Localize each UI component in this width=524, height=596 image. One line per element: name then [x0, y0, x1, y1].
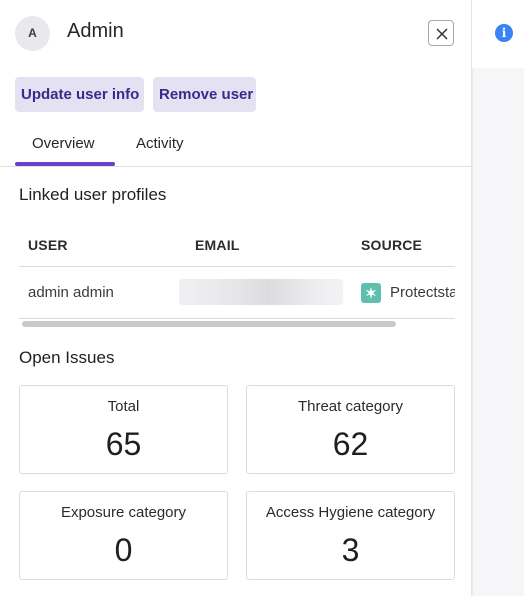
linked-profiles-title: Linked user profiles	[19, 185, 167, 204]
column-header-source[interactable]: SOURCE	[361, 237, 422, 253]
tab-overview[interactable]: Overview	[32, 135, 95, 152]
open-issues-title: Open Issues	[19, 348, 115, 367]
tab-bar: Overview Activity	[0, 125, 471, 167]
info-icon[interactable]: i	[495, 24, 513, 42]
issue-card-exposure[interactable]: Exposure category 0	[19, 491, 228, 580]
table-cell-email-redacted	[179, 279, 343, 305]
card-value: 3	[341, 532, 360, 568]
card-value: 65	[105, 426, 142, 462]
table-cell-user: admin admin	[28, 284, 114, 301]
user-detail-panel: A Admin Update user info Remove user Ove…	[0, 0, 472, 596]
linked-profiles-table: USER EMAIL SOURCE admin admin ✶ Protects…	[19, 223, 455, 319]
table-cell-source: Protectsta	[390, 284, 455, 301]
avatar: A	[15, 16, 50, 51]
close-icon	[436, 28, 448, 40]
card-label: Threat category	[297, 398, 404, 415]
issue-card-access-hygiene[interactable]: Access Hygiene category 3	[246, 491, 455, 580]
remove-user-button[interactable]: Remove user	[153, 77, 256, 112]
card-value: 0	[114, 532, 133, 568]
update-user-info-button[interactable]: Update user info	[15, 77, 144, 112]
active-tab-indicator	[15, 162, 115, 166]
horizontal-scrollbar[interactable]	[22, 321, 396, 327]
column-header-email[interactable]: EMAIL	[195, 237, 240, 253]
card-value: 62	[332, 426, 369, 462]
card-label: Total	[107, 398, 140, 415]
page-title: Admin	[67, 20, 124, 42]
close-button[interactable]	[428, 20, 454, 46]
issue-card-total[interactable]: Total 65	[19, 385, 228, 474]
card-label: Exposure category	[60, 504, 187, 521]
panel-header: A Admin	[15, 16, 455, 51]
issue-card-threat[interactable]: Threat category 62	[246, 385, 455, 474]
column-header-user[interactable]: USER	[28, 237, 68, 253]
source-app-icon: ✶	[361, 283, 381, 303]
card-label: Access Hygiene category	[265, 504, 436, 521]
tab-activity[interactable]: Activity	[136, 135, 184, 152]
background-pane	[472, 68, 524, 596]
header-divider	[19, 266, 455, 267]
row-divider	[19, 318, 455, 319]
